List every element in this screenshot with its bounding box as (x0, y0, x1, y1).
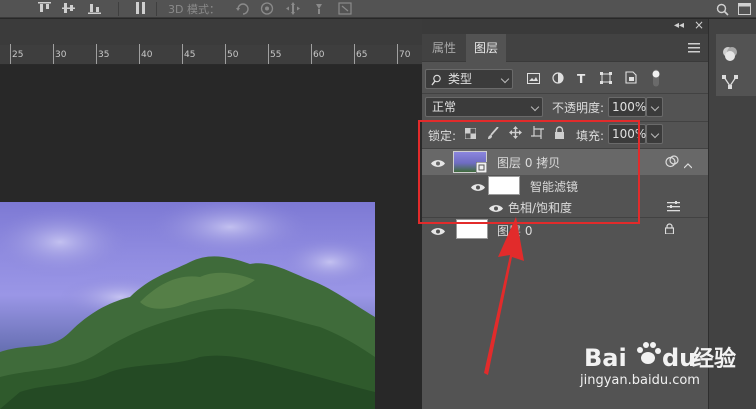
filter-options-icon[interactable] (667, 201, 680, 215)
panel-tabs: 属性 图层 (422, 34, 708, 62)
filter-smart-object-icon[interactable] (625, 71, 637, 87)
dock-panel-group (716, 34, 756, 96)
collapse-panels-icon[interactable]: ◂◂ (674, 20, 684, 31)
search-icon[interactable] (716, 3, 729, 16)
ruler-tick (182, 44, 183, 64)
tab-layers[interactable]: 图层 (466, 34, 506, 62)
layer-filter-select[interactable]: 类型 (425, 69, 513, 89)
filter-adjustment-icon[interactable] (552, 72, 564, 87)
toolbar-divider (118, 2, 119, 16)
3d-rotate-icon[interactable] (236, 2, 249, 15)
panel-menu-icon[interactable] (688, 42, 700, 53)
document-tab-strip (0, 19, 422, 45)
watermark-url: jingyan.baidu.com (580, 373, 700, 388)
lock-icon (664, 223, 675, 237)
ruler-tick (354, 44, 355, 64)
workspace-icon[interactable] (738, 3, 751, 15)
ruler-tick-label: 65 (356, 50, 368, 60)
color-panel-icon[interactable] (722, 46, 738, 65)
visibility-eye-icon[interactable] (431, 225, 445, 235)
3d-scale-icon[interactable] (338, 2, 352, 15)
fill-dropdown[interactable] (646, 124, 663, 144)
chevron-down-icon (530, 102, 540, 112)
layer-filter-value: 类型 (448, 72, 473, 86)
panel-title-strip: ◂◂ × (422, 18, 708, 34)
ruler-tick-label: 35 (98, 50, 110, 60)
opacity-label: 不透明度: (552, 101, 605, 115)
watermark-brand: Bai (584, 344, 627, 372)
ruler-tick (139, 44, 140, 64)
ruler-tick (311, 44, 312, 64)
blend-mode-select[interactable]: 正常 (425, 97, 543, 117)
highlight-box (418, 120, 640, 224)
3d-pan-icon[interactable] (286, 2, 300, 15)
ruler-tick (268, 44, 269, 64)
paw-icon (637, 342, 661, 364)
ruler-tick-label: 45 (184, 50, 196, 60)
ruler-tick-label: 70 (399, 50, 411, 60)
ruler-tick (225, 44, 226, 64)
3d-mode-label: 3D 模式： (168, 3, 220, 16)
smart-filter-indicator-icon[interactable] (665, 155, 679, 171)
align-top-icon[interactable] (38, 2, 51, 14)
search-icon (431, 73, 442, 91)
ruler-tick (96, 44, 97, 64)
landscape-photo (0, 202, 375, 409)
ruler-tick-label: 30 (55, 50, 67, 60)
filter-pixel-icon[interactable] (527, 73, 540, 87)
chevron-down-icon (500, 74, 510, 84)
ruler-tick-label: 55 (270, 50, 282, 60)
ruler-tick (397, 44, 398, 64)
filter-toggle-icon[interactable] (651, 69, 661, 90)
dock-item-label-clipped (744, 46, 756, 60)
paths-panel-icon[interactable] (722, 74, 738, 93)
collapse-effects-icon[interactable] (683, 158, 693, 172)
align-middle-icon[interactable] (62, 2, 75, 14)
align-bottom-icon[interactable] (88, 2, 101, 14)
distribute-icon[interactable] (134, 2, 147, 14)
ruler-tick-label: 60 (313, 50, 325, 60)
options-bar: 3D 模式： (0, 0, 756, 18)
chevron-down-icon (650, 102, 660, 112)
opacity-input[interactable]: 100% (608, 97, 646, 117)
ruler-tick-label: 50 (227, 50, 239, 60)
ruler-tick-label: 40 (141, 50, 153, 60)
watermark-cn: 经验 (692, 346, 736, 372)
ruler-tick (53, 44, 54, 64)
3d-slide-icon[interactable] (312, 2, 325, 14)
filter-type-icon[interactable]: T (577, 72, 585, 86)
chevron-down-icon (650, 129, 660, 139)
opacity-value: 100% (612, 100, 647, 114)
close-panel-icon[interactable]: × (694, 18, 704, 32)
toolbar-divider (156, 2, 157, 16)
divider (422, 93, 708, 94)
filter-shape-icon[interactable] (600, 72, 612, 87)
ruler-tick-label: 25 (12, 50, 24, 60)
ruler-tick (10, 44, 11, 64)
horizontal-ruler: 25 30 35 40 45 50 55 60 65 70 (0, 44, 422, 65)
tab-properties[interactable]: 属性 (424, 34, 464, 62)
annotation-arrow (484, 217, 524, 375)
opacity-dropdown[interactable] (646, 97, 663, 117)
3d-roll-icon[interactable] (260, 2, 274, 15)
blend-mode-value: 正常 (432, 100, 457, 114)
